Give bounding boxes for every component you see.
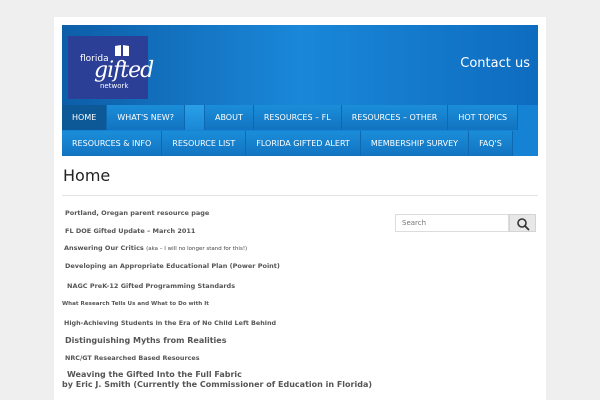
nav-item-faqs[interactable]: FAQ'S: [469, 131, 513, 156]
search-input[interactable]: [396, 215, 508, 231]
link-weaving-gifted[interactable]: Weaving the Gifted Into the Full Fabric: [67, 370, 242, 379]
site-logo[interactable]: florida gifted network: [68, 36, 154, 99]
page-container: florida gifted network Contact us HOME W…: [54, 17, 546, 400]
contact-us-link[interactable]: Contact us: [460, 56, 530, 71]
link-nrc-gt-resources[interactable]: NRC/GT Researched Based Resources: [65, 354, 200, 362]
link-educational-plan[interactable]: Developing an Appropriate Educational Pl…: [65, 262, 280, 270]
link-nagc-standards[interactable]: NAGC PreK-12 Gifted Programming Standard…: [67, 282, 235, 290]
link-eric-smith-byline: by Eric J. Smith (Currently the Commissi…: [62, 380, 373, 389]
link-answering-critics[interactable]: Answering Our Critics (aka – I will no l…: [64, 244, 247, 252]
page-title: Home: [63, 166, 111, 185]
link-portland-oregan[interactable]: Portland, Oregan parent resource page: [65, 209, 209, 217]
link-answering-critics-text: Answering Our Critics: [64, 244, 144, 252]
link-distinguishing-myths[interactable]: Distinguishing Myths from Realities: [65, 336, 226, 345]
nav-item-florida-gifted-alert[interactable]: FLORIDA GIFTED ALERT: [246, 131, 361, 156]
link-what-research-tells[interactable]: What Research Tells Us and What to Do wi…: [62, 301, 209, 307]
nav-item-resource-list[interactable]: RESOURCE LIST: [162, 131, 247, 156]
nav-row-2: RESOURCES & INFO RESOURCE LIST FLORIDA G…: [62, 131, 513, 156]
nav-spacer: [184, 105, 205, 130]
nav-item-home[interactable]: HOME: [62, 105, 108, 130]
nav-item-resources-other[interactable]: RESOURCES – OTHER: [341, 105, 449, 130]
logo-text-gifted: gifted: [94, 58, 154, 83]
search-button[interactable]: [509, 214, 536, 232]
magnifier-icon: [510, 218, 537, 237]
link-high-achieving[interactable]: High-Achieving Students in the Era of No…: [64, 319, 276, 327]
link-answering-critics-note: (aka – I will no longer stand for this!): [146, 246, 248, 252]
search-box: [395, 214, 509, 232]
site-header: florida gifted network Contact us: [62, 25, 538, 105]
nav-item-resources-fl[interactable]: RESOURCES – FL: [253, 105, 342, 130]
nav-row-1: HOME WHAT'S NEW? ABOUT RESOURCES – FL RE…: [62, 105, 519, 130]
nav-item-hot-topics[interactable]: HOT TOPICS: [448, 105, 519, 130]
nav-item-whats-new[interactable]: WHAT'S NEW?: [107, 105, 185, 130]
link-fl-doe-update[interactable]: FL DOE Gifted Update – March 2011: [65, 227, 195, 235]
main-navigation: HOME WHAT'S NEW? ABOUT RESOURCES – FL RE…: [62, 105, 538, 156]
logo-text-network: network: [100, 82, 129, 90]
title-divider: [62, 195, 538, 196]
nav-item-membership-survey[interactable]: MEMBERSHIP SURVEY: [360, 131, 470, 156]
nav-item-resources-info[interactable]: RESOURCES & INFO: [62, 131, 163, 156]
nav-item-about[interactable]: ABOUT: [204, 105, 254, 130]
